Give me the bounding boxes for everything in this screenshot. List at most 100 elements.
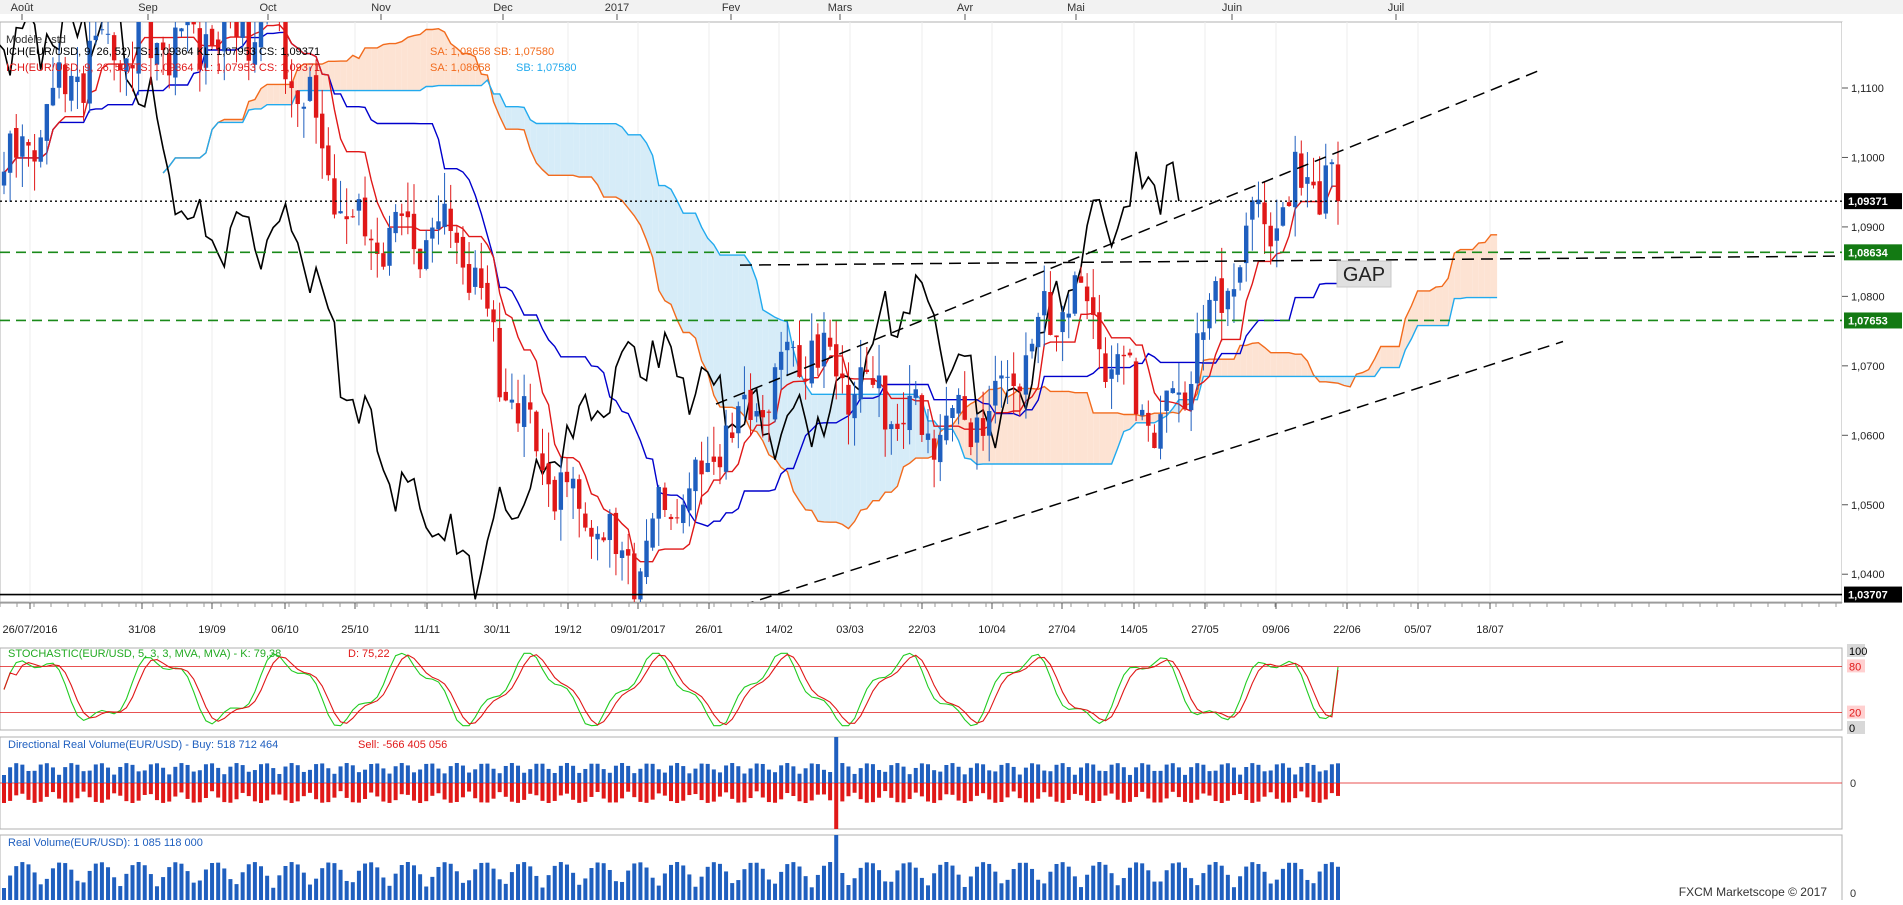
drv-sell-bar	[136, 783, 141, 801]
drv-sell-bar	[1189, 783, 1194, 803]
candle-body	[931, 438, 937, 460]
rv-bar	[99, 862, 104, 900]
price-label: 1,0400	[1851, 569, 1885, 581]
rv-bar	[974, 866, 979, 900]
drv-sell-bar	[2, 783, 6, 803]
rv-bar	[864, 862, 869, 900]
drv-buy-bar	[785, 763, 790, 783]
drv-sell-bar	[577, 783, 582, 803]
rv-bar	[1036, 879, 1041, 900]
rv-bar	[840, 872, 845, 900]
candle-body	[1127, 352, 1133, 356]
drv-buy-bar	[448, 766, 453, 783]
date-label: 25/10	[341, 624, 369, 636]
date-label: 14/02	[765, 624, 793, 636]
drv-sell-bar	[1268, 783, 1273, 793]
drv-sell-bar	[1329, 783, 1334, 794]
candle-body	[20, 136, 25, 157]
cloud-segment	[1074, 392, 1081, 464]
drv-buy-bar	[38, 764, 43, 783]
candle-body	[742, 394, 747, 400]
candle-body	[546, 463, 551, 485]
drv-buy-bar	[620, 763, 625, 783]
candle-body	[1311, 181, 1316, 186]
rv-bar	[571, 872, 576, 900]
month-label: Dec	[493, 2, 513, 14]
drv-sell-bar	[93, 783, 98, 802]
drv-buy-bar	[944, 764, 949, 783]
drv-sell-bar	[1244, 783, 1249, 801]
drv-sell-bar	[216, 783, 221, 798]
rv-bar	[962, 886, 967, 900]
drv-buy-bar	[834, 737, 839, 783]
drv-sell-bar	[834, 783, 839, 829]
cloud-segment	[279, 84, 286, 105]
candle-body	[754, 411, 759, 417]
drv-sell-bar	[154, 783, 159, 801]
rv-bar	[173, 862, 178, 900]
cloud-segment	[799, 371, 806, 510]
drv-sell-bar	[968, 783, 973, 802]
candle-body	[1231, 289, 1237, 297]
date-label: 27/04	[1048, 624, 1076, 636]
rv-bar	[393, 873, 398, 900]
rv-bar	[1250, 862, 1255, 900]
candle-body	[717, 456, 723, 468]
drv-buy-bar	[889, 765, 894, 783]
rv-bar	[938, 864, 943, 900]
candle-body	[479, 268, 484, 288]
candle-body	[1286, 202, 1292, 206]
rv-bar	[662, 873, 667, 900]
drv-sell-bar	[491, 783, 496, 799]
candle-body	[472, 267, 478, 287]
drv-buy-bar	[913, 767, 918, 783]
drv-buy-bar	[821, 769, 826, 783]
drv-buy-bar	[828, 772, 833, 783]
drv-buy-bar	[320, 763, 325, 783]
rv-bar	[167, 867, 172, 900]
drv-sell-bar	[1127, 783, 1132, 802]
rv-bar	[424, 886, 429, 900]
cloud-segment	[805, 384, 812, 511]
candle-body	[509, 399, 515, 403]
candle-body	[1164, 390, 1169, 411]
drv-buy-bar	[1329, 764, 1334, 783]
date-label: 27/05	[1191, 624, 1219, 636]
cloud-segment	[1282, 352, 1290, 377]
drv-sell-bar	[509, 783, 514, 802]
cloud-segment	[267, 84, 274, 105]
candle-body	[338, 211, 343, 214]
drv-sell-bar	[1085, 783, 1090, 801]
drv-sell-bar	[950, 783, 955, 795]
candle-body	[711, 456, 717, 462]
drv-buy-bar	[106, 767, 111, 783]
drv-sell-bar	[332, 783, 337, 798]
cloud-segment	[389, 43, 396, 91]
rv-bar	[1336, 866, 1340, 900]
drv-sell-bar	[295, 783, 300, 802]
candle-body	[809, 340, 814, 384]
drv-buy-bar	[632, 773, 637, 783]
rv-bar	[479, 862, 484, 900]
cloud-segment	[1227, 359, 1234, 377]
rv-bar	[546, 875, 551, 900]
drv-buy-bar	[1023, 767, 1028, 783]
drv-buy-bar	[981, 764, 986, 783]
drv-buy-bar	[148, 764, 153, 783]
drv-sell-bar	[1048, 783, 1053, 797]
drv-sell-bar	[717, 783, 722, 797]
cloud-segment	[1319, 376, 1326, 382]
date-label: 03/03	[836, 624, 864, 636]
drv-sell-bar	[632, 783, 637, 798]
drv-zero-label: 0	[1850, 778, 1856, 790]
cloud-segment	[1295, 354, 1302, 377]
drv-sell-bar	[595, 783, 600, 792]
drv-sell-bar	[601, 783, 606, 799]
drv-sell-bar	[528, 783, 533, 794]
rv-bar	[216, 862, 221, 900]
drv-buy-bar	[803, 768, 808, 783]
drv-buy-bar	[222, 774, 227, 783]
drv-sell-bar	[742, 783, 747, 803]
cloud-segment	[413, 34, 421, 91]
drv-buy-bar	[1115, 763, 1120, 783]
